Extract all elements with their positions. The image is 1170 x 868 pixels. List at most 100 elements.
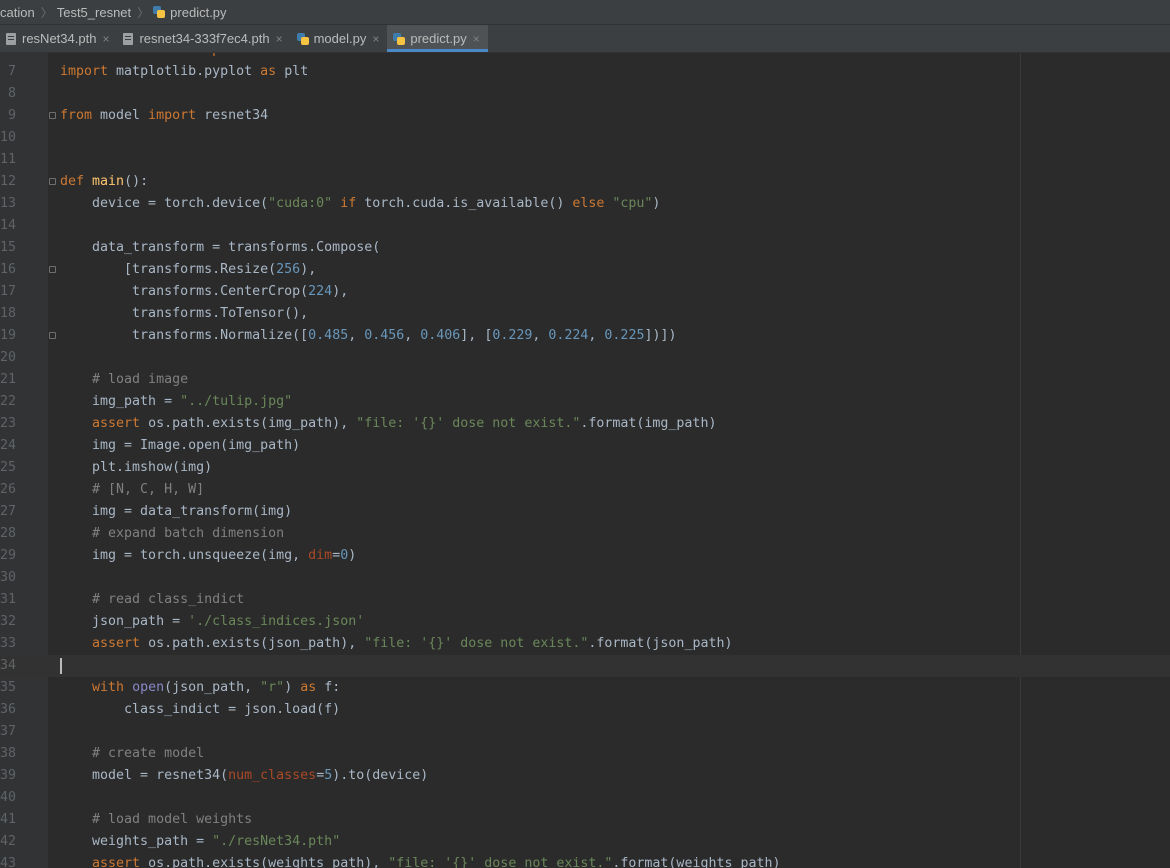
code-token: import xyxy=(60,64,117,79)
code-text: assert os.path.exists(weights_path), "fi… xyxy=(60,853,781,868)
tab-predict-py[interactable]: predict.py × xyxy=(387,25,489,52)
fold-marker-icon[interactable] xyxy=(49,112,56,119)
code-token: def xyxy=(60,174,93,189)
code-line[interactable]: 39 model = resnet34(num_classes=5).to(de… xyxy=(0,765,1170,787)
code-line[interactable]: 13 device = torch.device("cuda:0" if tor… xyxy=(0,193,1170,215)
line-number: 12 xyxy=(0,174,17,189)
code-token: with xyxy=(60,680,133,695)
code-line[interactable]: 12 def main(): xyxy=(0,171,1170,193)
breadcrumb-separator: 〉 xyxy=(40,5,53,20)
code-line[interactable]: 34 xyxy=(0,655,1170,677)
code-line[interactable]: 43 assert os.path.exists(weights_path), … xyxy=(0,853,1170,868)
close-icon[interactable]: × xyxy=(372,32,379,46)
code-line[interactable]: 41 # load model weights xyxy=(0,809,1170,831)
code-text: [transforms.Resize(256), xyxy=(60,259,316,281)
line-number: 15 xyxy=(0,240,17,255)
breadcrumb: cation 〉 Test5_resnet 〉 predict.py xyxy=(0,0,1170,25)
code-token: from xyxy=(60,53,100,57)
code-line[interactable]: 22 img_path = "../tulip.jpg" xyxy=(0,391,1170,413)
code-line[interactable]: 38 # create model xyxy=(0,743,1170,765)
code-line[interactable]: 36 class_indict = json.load(f) xyxy=(0,699,1170,721)
code-line[interactable]: 25 plt.imshow(img) xyxy=(0,457,1170,479)
code-line[interactable]: 9 from model import resnet34 xyxy=(0,105,1170,127)
fold-marker-icon[interactable] xyxy=(49,266,56,273)
code-token: ])]) xyxy=(644,328,677,343)
code-line[interactable]: 20 xyxy=(0,347,1170,369)
close-icon[interactable]: × xyxy=(102,32,109,46)
code-token: img = torch.unsqueeze(img, xyxy=(60,548,309,563)
line-number: 27 xyxy=(0,504,17,519)
code-token: = xyxy=(316,768,325,783)
code-line[interactable]: 15 data_transform = transforms.Compose( xyxy=(0,237,1170,259)
line-number: 43 xyxy=(0,856,17,868)
code-line[interactable]: 32 json_path = './class_indices.json' xyxy=(0,611,1170,633)
tab-label: model.py xyxy=(313,31,367,46)
code-line[interactable]: 18 transforms.ToTensor(), xyxy=(0,303,1170,325)
code-line[interactable]: 33 assert os.path.exists(json_path), "fi… xyxy=(0,633,1170,655)
code-line[interactable]: 14 xyxy=(0,215,1170,237)
code-line[interactable]: 16 [transforms.Resize(256), xyxy=(0,259,1170,281)
fold-marker-icon[interactable] xyxy=(49,178,56,185)
code-token: './class_indices.json' xyxy=(188,614,365,629)
code-line[interactable]: 10 xyxy=(0,127,1170,149)
code-editor[interactable]: 6 from torchvision import transforms 7 impo… xyxy=(0,53,1170,868)
code-token: "r" xyxy=(260,680,285,695)
fold-marker-icon[interactable] xyxy=(49,332,56,339)
code-line[interactable]: 6 from torchvision import transforms xyxy=(0,53,1170,61)
code-line[interactable]: 17 transforms.CenterCrop(224), xyxy=(0,281,1170,303)
line-number: 34 xyxy=(0,658,17,673)
code-token: # expand batch dimension xyxy=(60,526,285,541)
code-token: 0.406 xyxy=(420,328,461,343)
code-line[interactable]: 24 img = Image.open(img_path) xyxy=(0,435,1170,457)
line-number: 40 xyxy=(0,790,17,805)
code-token: , xyxy=(588,328,605,343)
code-token: .format(img_path) xyxy=(580,416,717,431)
line-number: 17 xyxy=(0,284,17,299)
code-line[interactable]: 8 xyxy=(0,83,1170,105)
line-number: 37 xyxy=(0,724,17,739)
code-token: , xyxy=(348,328,365,343)
code-token: 0.456 xyxy=(364,328,405,343)
code-line[interactable]: 31 # read class_indict xyxy=(0,589,1170,611)
line-number: 20 xyxy=(0,350,17,365)
code-token: ).to(device) xyxy=(332,768,429,783)
code-line[interactable]: 11 xyxy=(0,149,1170,171)
code-line[interactable]: 28 # expand batch dimension xyxy=(0,523,1170,545)
breadcrumb-folder[interactable]: Test5_resnet xyxy=(57,5,133,20)
code-token: import xyxy=(196,53,252,57)
code-line[interactable]: 35 with open(json_path, "r") as f: xyxy=(0,677,1170,699)
code-token: "cpu" xyxy=(612,196,653,211)
close-icon[interactable]: × xyxy=(276,32,283,46)
tab-resnet34-pretrained-pth[interactable]: resnet34-333f7ec4.pth × xyxy=(117,25,290,52)
line-number: 35 xyxy=(0,680,17,695)
code-line[interactable]: 27 img = data_transform(img) xyxy=(0,501,1170,523)
tab-resnet34-pth[interactable]: resNet34.pth × xyxy=(0,25,117,52)
code-token: (json_path, xyxy=(164,680,261,695)
code-line[interactable]: 42 weights_path = "./resNet34.pth" xyxy=(0,831,1170,853)
code-line[interactable]: 19 transforms.Normalize([0.485, 0.456, 0… xyxy=(0,325,1170,347)
code-line[interactable]: 30 xyxy=(0,567,1170,589)
line-number: 8 xyxy=(7,86,16,101)
code-token: 0.229 xyxy=(492,328,533,343)
breadcrumb-file[interactable]: predict.py xyxy=(170,5,228,20)
code-line[interactable]: 7 import matplotlib.pyplot as plt xyxy=(0,61,1170,83)
line-number: 25 xyxy=(0,460,17,475)
code-token: ), xyxy=(300,262,317,277)
code-text: img = torch.unsqueeze(img, dim=0) xyxy=(60,545,356,567)
code-text: device = torch.device("cuda:0" if torch.… xyxy=(60,193,660,215)
code-token: img = Image.open(img_path) xyxy=(60,438,301,453)
code-token: "cuda:0" xyxy=(268,196,333,211)
code-line[interactable]: 29 img = torch.unsqueeze(img, dim=0) xyxy=(0,545,1170,567)
code-line[interactable]: 21 # load image xyxy=(0,369,1170,391)
tab-model-py[interactable]: model.py × xyxy=(291,25,388,52)
code-text: transforms.CenterCrop(224), xyxy=(60,281,348,303)
breadcrumb-project[interactable]: cation xyxy=(0,5,37,20)
close-icon[interactable]: × xyxy=(473,32,480,46)
code-line[interactable]: 37 xyxy=(0,721,1170,743)
code-line[interactable]: 23 assert os.path.exists(img_path), "fil… xyxy=(0,413,1170,435)
code-line[interactable]: 26 # [N, C, H, W] xyxy=(0,479,1170,501)
code-token: ) xyxy=(284,680,301,695)
code-text: img_path = "../tulip.jpg" xyxy=(60,391,292,413)
code-token: [transforms.Resize( xyxy=(60,262,277,277)
code-line[interactable]: 40 xyxy=(0,787,1170,809)
